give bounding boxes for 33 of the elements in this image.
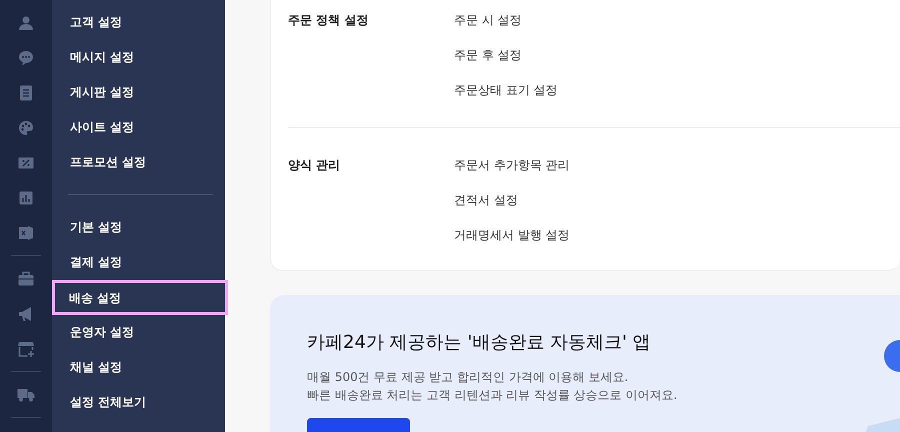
menu-item[interactable]: 기본 설정 (52, 210, 228, 245)
settings-link[interactable]: 주문 시 설정 (454, 11, 558, 29)
menu-item[interactable]: 배송 설정 (52, 280, 228, 315)
ticket-icon[interactable] (18, 156, 34, 168)
section-heading: 주문 정책 설정 (288, 12, 370, 29)
menu-item[interactable]: 프로모션 설정 (52, 145, 228, 180)
menu-item[interactable]: 고객 설정 (52, 5, 228, 40)
door-icon[interactable] (18, 224, 34, 240)
person-icon[interactable] (18, 14, 34, 30)
store-plus-icon[interactable] (18, 340, 34, 356)
settings-link[interactable]: 주문 후 설정 (454, 46, 558, 64)
menu-item[interactable]: 사이트 설정 (52, 110, 228, 145)
chat-icon[interactable] (18, 50, 34, 66)
section-heading: 양식 관리 (288, 157, 342, 174)
bar-chart-icon[interactable] (19, 190, 33, 204)
palette-icon[interactable] (18, 120, 34, 136)
menu-item[interactable]: 메시지 설정 (52, 40, 228, 75)
briefcase-icon[interactable] (18, 271, 34, 286)
menu-item[interactable]: 설정 전체보기 (52, 385, 228, 420)
promo-text: 빠른 배송완료 처리는 고객 리텐션과 리뷰 작성률 상승으로 이어져요. (307, 387, 678, 404)
settings-link[interactable]: 견적서 설정 (454, 191, 570, 209)
menu-item[interactable]: 운영자 설정 (52, 315, 228, 350)
settings-link[interactable]: 주문상태 표기 설정 (454, 81, 558, 99)
document-icon[interactable] (19, 84, 33, 100)
settings-link[interactable]: 거래명세서 발행 설정 (454, 226, 570, 244)
menu-item[interactable]: 게시판 설정 (52, 75, 228, 110)
promo-title: 카페24가 제공하는 '배송완료 자동체크' 앱 (307, 331, 652, 355)
promo-text: 매월 500건 무료 제공 받고 합리적인 가격에 이용해 보세요. (307, 369, 630, 386)
settings-link[interactable]: 주문서 추가항목 관리 (454, 156, 570, 174)
menu-item[interactable]: 채널 설정 (52, 350, 228, 385)
truck-icon[interactable] (17, 388, 35, 402)
megaphone-icon[interactable] (18, 306, 34, 322)
menu-item[interactable]: 결제 설정 (52, 245, 228, 280)
